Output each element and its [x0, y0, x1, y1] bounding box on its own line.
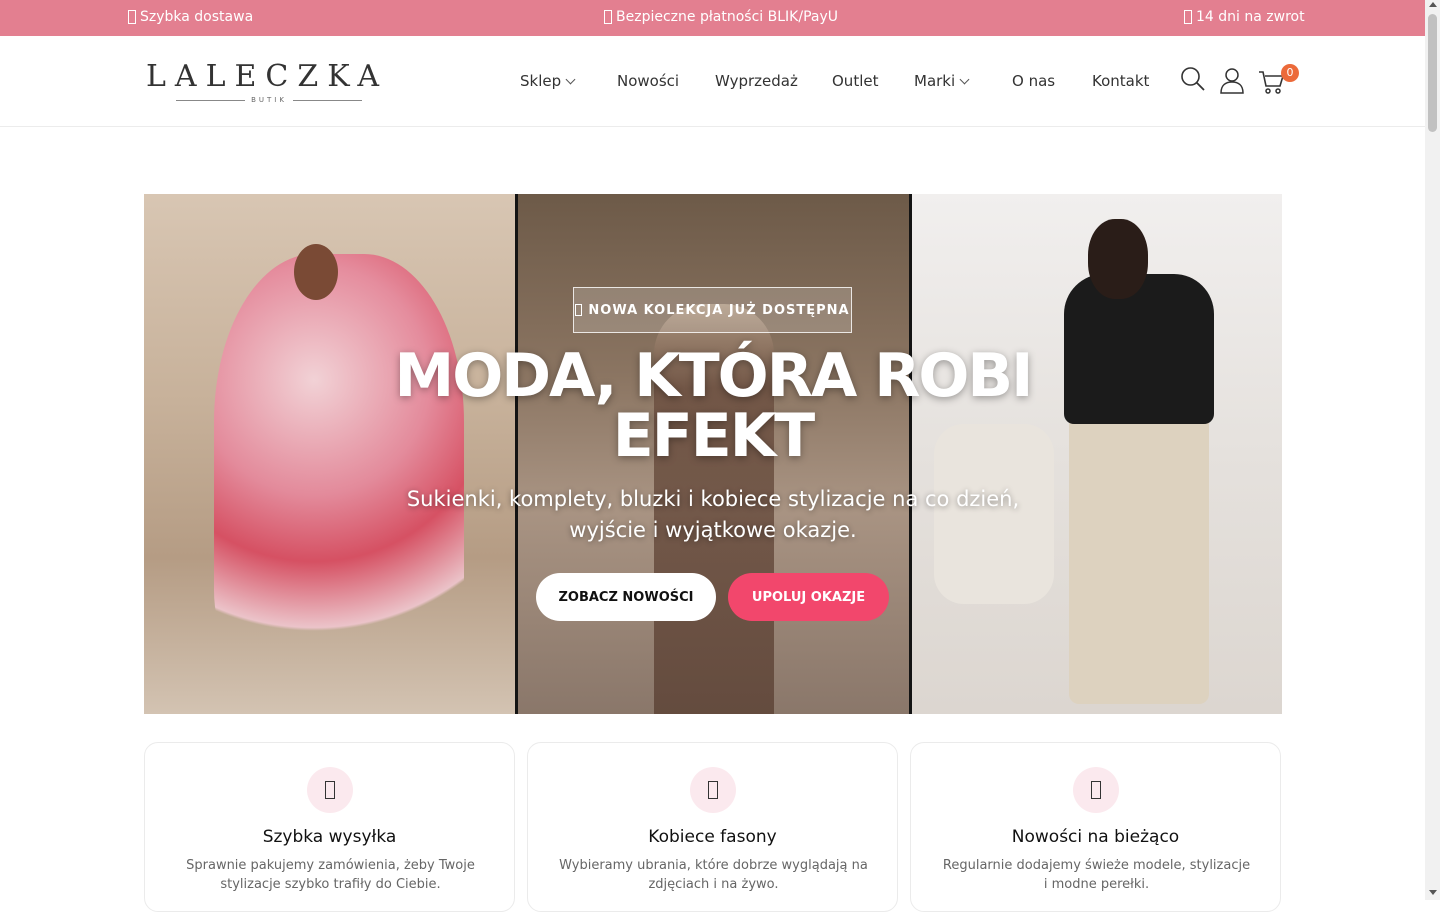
- new-collection-badge: NOWA KOLEKCJA JUŻ DOSTĘPNA: [573, 287, 852, 333]
- feature-icon-wrap: [690, 767, 736, 813]
- model-head-shape: [294, 244, 338, 300]
- feature-description: Sprawnie pakujemy zamówienia, żeby Twoje…: [186, 858, 475, 892]
- scroll-down-arrow-icon[interactable]: [1429, 890, 1437, 895]
- announcement-payments: Bezpieczne płatności BLIK/PayU: [604, 9, 838, 25]
- model-head-shape: [1088, 219, 1148, 299]
- nav-label: O nas: [1012, 72, 1056, 90]
- truck-icon: [128, 10, 136, 24]
- site-header: LALECZKA BUTIK Sklep Nowości Wyprzedaż O…: [0, 36, 1425, 127]
- truck-icon: [325, 781, 335, 799]
- announcement-bar: Szybka dostawa Bezpieczne płatności BLIK…: [0, 0, 1425, 36]
- user-icon[interactable]: [1218, 66, 1246, 94]
- feature-title: Kobiece fasony: [648, 827, 777, 847]
- lock-icon: [604, 10, 612, 24]
- model-shirt-shape: [1064, 274, 1214, 424]
- feature-icon-wrap: [1073, 767, 1119, 813]
- feature-card-styles: Kobiece fasony Wybieramy ubrania, które …: [527, 742, 898, 912]
- logo[interactable]: LALECZKA BUTIK: [146, 60, 392, 106]
- chevron-down-icon: [565, 74, 576, 84]
- see-new-button[interactable]: ZOBACZ NOWOŚCI: [536, 573, 716, 621]
- feature-card-shipping: Szybka wysyłka Sprawnie pakujemy zamówie…: [144, 742, 515, 912]
- hero-subtitle: Sukienki, komplety, bluzki i kobiece sty…: [406, 487, 1020, 542]
- model-pants-shape: [1069, 414, 1209, 704]
- nav-label: Nowości: [617, 72, 680, 90]
- announcement-text: Szybka dostawa: [140, 9, 254, 25]
- announcement-returns: 14 dni na zwrot: [1184, 9, 1305, 25]
- page-scrollbar[interactable]: [1425, 0, 1440, 900]
- grab-deals-button[interactable]: UPOLUJ OKAZJE: [728, 573, 889, 621]
- logo-subtext: BUTIK: [251, 96, 287, 104]
- nav-item-new[interactable]: Nowości: [617, 72, 679, 90]
- badge-text: NOWA KOLEKCJA JUŻ DOSTĘPNA: [588, 302, 850, 318]
- nav-item-sale[interactable]: Wyprzedaż: [715, 72, 798, 90]
- cart-count-badge: 0: [1281, 64, 1299, 82]
- chevron-down-icon: [959, 74, 970, 84]
- header-icons: 0: [1180, 64, 1300, 98]
- scrollbar-thumb[interactable]: [1428, 14, 1437, 132]
- nav-item-about[interactable]: O nas: [1012, 72, 1055, 90]
- nav-item-outlet[interactable]: Outlet: [832, 72, 878, 90]
- search-icon[interactable]: [1180, 66, 1206, 92]
- scroll-up-arrow-icon[interactable]: [1429, 2, 1437, 7]
- announcement-text: Bezpieczne płatności BLIK/PayU: [616, 9, 838, 25]
- feature-title: Nowości na bieżąco: [1011, 827, 1180, 847]
- nav-item-contact[interactable]: Kontakt: [1092, 72, 1149, 90]
- nav-label: Outlet: [832, 72, 879, 90]
- nav-item-brands[interactable]: Marki: [914, 72, 970, 90]
- star-icon: [1091, 781, 1101, 799]
- sparkle-icon: [575, 304, 583, 316]
- feature-description: Regularnie dodajemy świeże modele, styli…: [942, 858, 1251, 892]
- heart-icon: [708, 781, 718, 799]
- nav-label: Kontakt: [1092, 72, 1150, 90]
- announcement-delivery: Szybka dostawa: [128, 9, 253, 25]
- feature-icon-wrap: [307, 767, 353, 813]
- announcement-text: 14 dni na zwrot: [1196, 9, 1305, 25]
- nav-item-shop[interactable]: Sklep: [520, 72, 576, 90]
- return-icon: [1184, 10, 1192, 24]
- feature-title: Szybka wysyłka: [262, 827, 397, 847]
- logo-wordmark: LALECZKA: [146, 59, 389, 94]
- nav-label: Sklep: [520, 72, 562, 90]
- nav-label: Marki: [914, 72, 956, 90]
- feature-card-new-arrivals: Nowości na bieżąco Regularnie dodajemy ś…: [910, 742, 1281, 912]
- logo-subline: BUTIK: [176, 94, 363, 106]
- hero-banner: NOWA KOLEKCJA JUŻ DOSTĘPNA MODA, KTÓRA R…: [144, 194, 1282, 714]
- feature-description: Wybieramy ubrania, które dobrze wyglądaj…: [559, 858, 868, 892]
- hero-title: MODA, KTÓRA ROBI EFEKT: [394, 341, 1034, 471]
- nav-label: Wyprzedaż: [715, 72, 798, 90]
